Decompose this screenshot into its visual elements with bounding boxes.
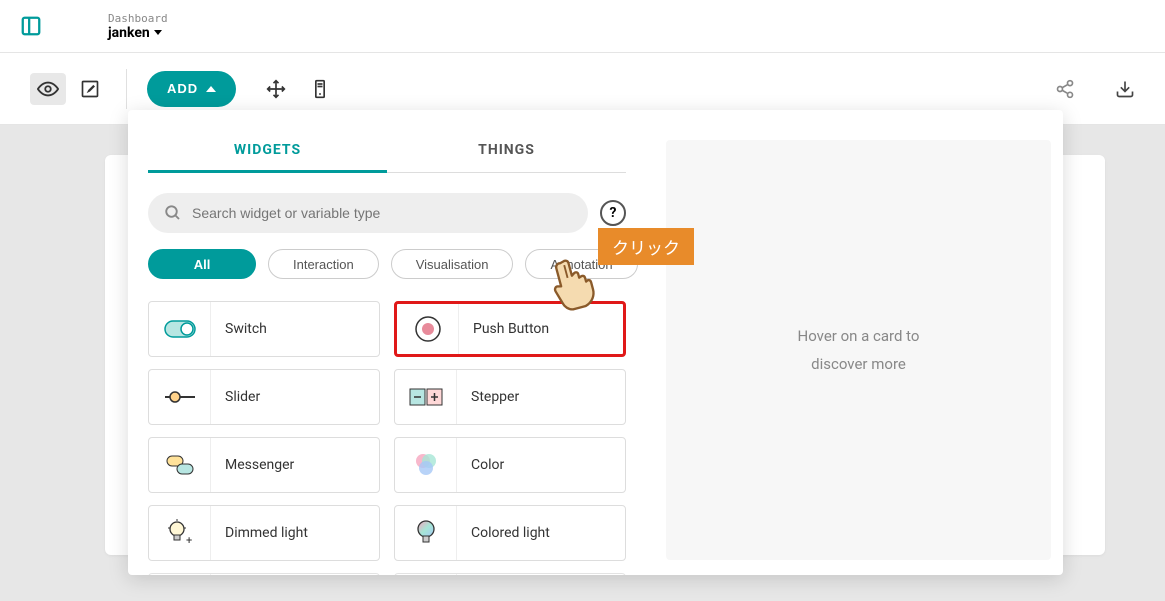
add-button-label: ADD (167, 81, 198, 96)
widget-label: Dimmed light (211, 525, 308, 541)
widget-partial-2[interactable] (394, 573, 626, 575)
search-input[interactable] (192, 205, 572, 221)
dimmed-light-icon: + (149, 506, 211, 560)
download-icon[interactable] (1115, 79, 1135, 99)
widget-slider[interactable]: Slider (148, 369, 380, 425)
widget-messenger[interactable]: Messenger (148, 437, 380, 493)
tabs: WIDGETS THINGS (148, 130, 626, 173)
info-card: Hover on a card to discover more (666, 140, 1051, 560)
dashboard-name-text: janken (108, 25, 150, 41)
share-icon[interactable] (1055, 79, 1075, 99)
color-icon (395, 438, 457, 492)
add-button[interactable]: ADD (147, 71, 236, 107)
breadcrumb: Dashboard (108, 12, 168, 25)
chip-interaction[interactable]: Interaction (268, 249, 379, 279)
chevron-up-icon (206, 86, 216, 92)
widget-label: Switch (211, 321, 267, 337)
widget-grid: Switch Push Button Slider (148, 301, 626, 575)
edit-icon (80, 79, 100, 99)
view-toggle (30, 73, 108, 105)
divider (126, 69, 127, 109)
partial-icon (149, 574, 211, 575)
panel-left: WIDGETS THINGS ? All Interaction Visuali… (148, 130, 626, 575)
svg-text:+: + (186, 534, 192, 547)
widget-label: Push Button (459, 321, 549, 337)
messenger-icon (149, 438, 211, 492)
title-group: Dashboard janken (108, 12, 168, 41)
tab-widgets[interactable]: WIDGETS (148, 130, 387, 173)
widget-color[interactable]: Color (394, 437, 626, 493)
chip-visualisation[interactable]: Visualisation (391, 249, 514, 279)
dashboard-title[interactable]: janken (108, 25, 168, 41)
widget-label: Stepper (457, 389, 519, 405)
push-button-icon (397, 304, 459, 354)
edit-button[interactable] (72, 73, 108, 105)
widget-label: Colored light (457, 525, 550, 541)
panel-toggle-icon[interactable] (20, 15, 42, 37)
search-row: ? (148, 193, 626, 233)
widget-partial[interactable] (148, 573, 380, 575)
tab-things[interactable]: THINGS (387, 130, 626, 173)
move-icon[interactable] (266, 79, 286, 99)
widget-label: Color (457, 457, 504, 473)
right-icons (1055, 79, 1135, 99)
info-text: Hover on a card to discover more (798, 322, 920, 379)
colored-light-icon (395, 506, 457, 560)
widget-dimmed-light[interactable]: + Dimmed light (148, 505, 380, 561)
search-box[interactable] (148, 193, 588, 233)
widget-colored-light[interactable]: Colored light (394, 505, 626, 561)
help-button[interactable]: ? (600, 200, 626, 226)
tool-icons (266, 79, 330, 99)
partial-icon-2 (395, 574, 457, 575)
stepper-icon (395, 370, 457, 424)
widget-push-button[interactable]: Push Button (394, 301, 626, 357)
caret-down-icon (154, 30, 162, 35)
widget-label: Messenger (211, 457, 294, 473)
panel-right: Hover on a card to discover more (666, 130, 1051, 575)
eye-icon (37, 78, 59, 100)
search-icon (164, 204, 182, 222)
add-dropdown-panel: WIDGETS THINGS ? All Interaction Visuali… (128, 110, 1063, 575)
chip-all[interactable]: All (148, 249, 256, 279)
widget-label: Slider (211, 389, 260, 405)
preview-button[interactable] (30, 73, 66, 105)
widget-stepper[interactable]: Stepper (394, 369, 626, 425)
switch-icon (149, 302, 211, 356)
slider-icon (149, 370, 211, 424)
device-icon[interactable] (310, 79, 330, 99)
widget-switch[interactable]: Switch (148, 301, 380, 357)
click-annotation: クリック (598, 228, 694, 265)
topbar: Dashboard janken (0, 0, 1165, 53)
